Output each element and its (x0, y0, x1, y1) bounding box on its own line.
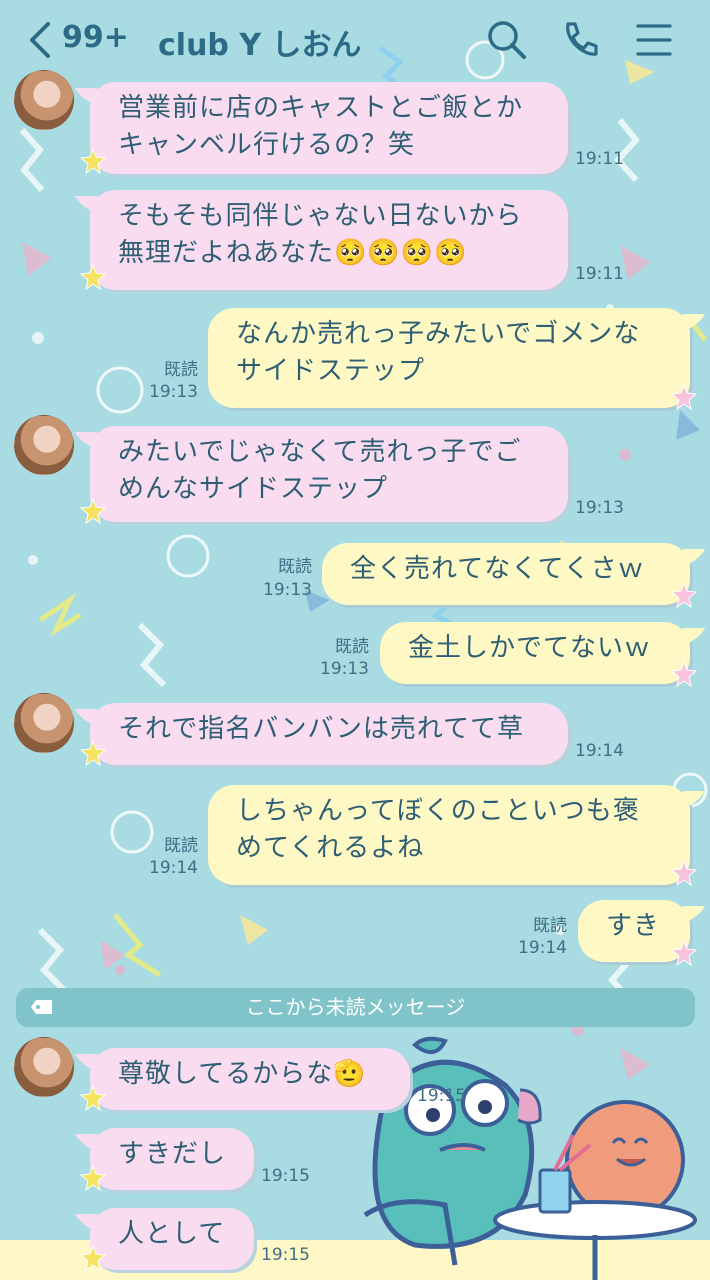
tag-icon (31, 1000, 52, 1014)
message-time: 19:14 (518, 938, 567, 958)
star-icon (671, 661, 697, 687)
read-receipt: 既読 (335, 637, 369, 657)
message-time: 19:15 (261, 1245, 310, 1265)
message-bubble-outgoing[interactable]: 金土しかでてないｗ (380, 622, 690, 684)
read-receipt: 既読 (533, 916, 567, 936)
message-bubble-incoming[interactable]: みたいでじゃなくて売れっ子でご めんなサイドステップ (90, 426, 568, 522)
contact-avatar[interactable] (14, 1037, 74, 1097)
star-icon (80, 740, 106, 766)
star-icon (671, 860, 697, 886)
message-time: 19:13 (320, 659, 369, 679)
phone-icon[interactable] (558, 18, 602, 62)
message-time: 19:14 (149, 858, 198, 878)
message-bubble-outgoing[interactable]: 全く売れてなくてくさｗ (322, 543, 690, 605)
read-receipt: 既読 (164, 360, 198, 380)
message-bubble-incoming[interactable]: すきだし (90, 1128, 254, 1190)
message-time: 19:15 (417, 1086, 466, 1106)
star-icon (671, 384, 697, 410)
contact-avatar[interactable] (14, 415, 74, 475)
message-bubble-incoming[interactable]: 尊敬してるからな🫡 (90, 1048, 410, 1110)
star-icon (80, 498, 106, 524)
chat-header: 99+ club Y しおん (0, 0, 710, 82)
search-icon[interactable] (485, 18, 529, 62)
message-bubble-incoming[interactable]: それで指名バンバンは売れてて草 (90, 703, 568, 765)
star-icon (80, 1165, 106, 1191)
star-icon (80, 148, 106, 174)
message-bubble-incoming[interactable]: 人として (90, 1208, 254, 1270)
star-icon (80, 1245, 106, 1271)
message-bubble-outgoing[interactable]: なんか売れっ子みたいでゴメンな サイドステップ (208, 308, 690, 408)
star-icon (80, 264, 106, 290)
message-time: 19:13 (263, 580, 312, 600)
message-time: 19:13 (575, 498, 624, 518)
message-time: 19:11 (575, 149, 624, 169)
message-time: 19:11 (575, 264, 624, 284)
message-bubble-outgoing[interactable]: しちゃんってぼくのこといつも褒 めてくれるよね (208, 785, 690, 885)
read-receipt: 既読 (278, 557, 312, 577)
message-time: 19:14 (575, 741, 624, 761)
star-icon (671, 582, 697, 608)
menu-icon[interactable] (632, 18, 676, 62)
message-time: 19:13 (149, 382, 198, 402)
unread-divider: ここから未読メッセージ (16, 988, 695, 1027)
star-icon (671, 940, 697, 966)
star-icon (80, 1085, 106, 1111)
contact-avatar[interactable] (14, 693, 74, 753)
back-chevron-icon[interactable] (24, 18, 58, 62)
message-bubble-incoming[interactable]: 営業前に店のキャストとご飯とか キャンベル行けるの？笑 (90, 82, 568, 174)
unread-count[interactable]: 99+ (62, 20, 129, 55)
unread-divider-label: ここから未読メッセージ (245, 995, 466, 1019)
read-receipt: 既読 (164, 836, 198, 856)
message-time: 19:15 (261, 1166, 310, 1186)
chat-title[interactable]: club Y しおん (158, 20, 362, 64)
message-bubble-incoming[interactable]: そもそも同伴じゃない日ないから 無理だよねあなた🥺🥺🥺🥺 (90, 190, 568, 290)
